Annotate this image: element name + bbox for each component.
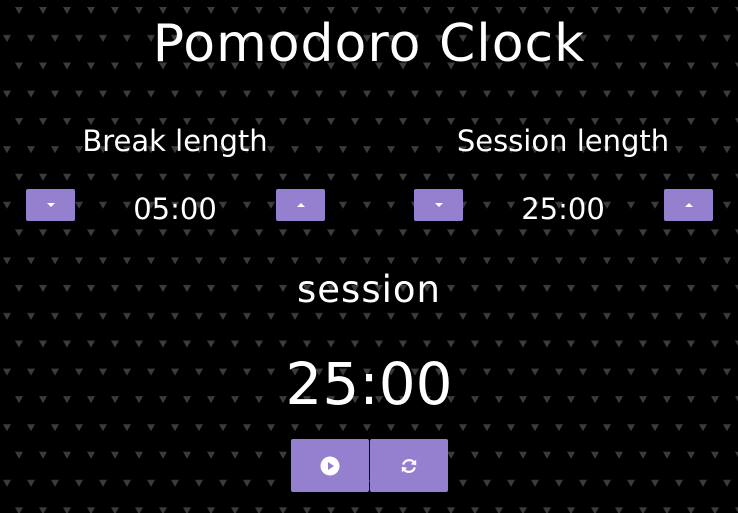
caret-down-icon <box>46 203 55 207</box>
reset-button[interactable] <box>370 439 448 492</box>
pomodoro-app: Pomodoro Clock Break length Session leng… <box>0 0 738 513</box>
timer-mode-label: session <box>297 268 441 311</box>
play-button[interactable] <box>291 439 369 492</box>
break-length-label: Break length <box>82 124 268 158</box>
break-increment-button[interactable] <box>276 189 325 221</box>
caret-down-icon <box>434 203 443 207</box>
session-decrement-button[interactable] <box>414 189 463 221</box>
break-length-value: 05:00 <box>133 192 217 226</box>
break-decrement-button[interactable] <box>26 189 75 221</box>
refresh-icon <box>401 458 417 473</box>
caret-up-icon <box>684 203 693 207</box>
timer-display: 25:00 <box>285 350 453 418</box>
play-circle-icon <box>320 456 340 475</box>
session-length-label: Session length <box>456 124 670 158</box>
session-length-value: 25:00 <box>521 192 605 226</box>
page-title: Pomodoro Clock <box>152 14 586 74</box>
caret-up-icon <box>296 203 305 207</box>
session-increment-button[interactable] <box>664 189 713 221</box>
